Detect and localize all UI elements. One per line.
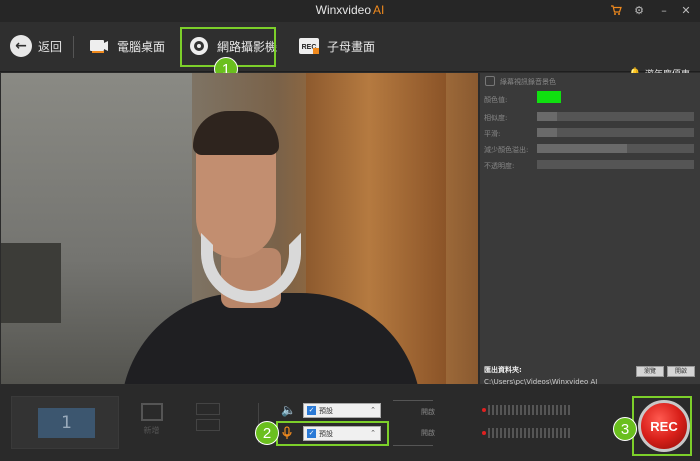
chroma-settings-panel: 綠幕視訊錄音景色 顏色值: 相似度: 平滑: 減少顏色溢出: 不透明度: 匯出資… [480,73,700,386]
cart-icon[interactable] [609,4,623,18]
title-bar: Winxvideo AI ⚙ – ✕ [0,0,700,22]
opacity-label: 不透明度: [484,162,515,170]
toolbar-divider [73,36,74,58]
callout-badge-3: 3 [613,417,637,441]
mic-checkbox[interactable]: ✓ [307,429,316,438]
webcam-preview [1,73,478,384]
speaker-icon[interactable]: 🔈 [281,403,296,417]
speaker-level-indicator [482,408,486,412]
color-label: 顏色值: [484,96,508,104]
open-folder-button[interactable]: 開啟 [667,366,695,377]
callout-badge-2: 2 [255,421,279,445]
app-title: Winxvideo AI [315,3,385,17]
spill-slider[interactable] [537,144,694,153]
tab-pip[interactable]: REC 子母畫面 [298,36,375,56]
similarity-slider[interactable] [537,112,694,121]
minimize-button[interactable]: – [658,4,670,18]
mic-state-label: 開啟 [421,429,435,437]
key-color-swatch[interactable] [537,91,561,103]
gear-icon[interactable]: ⚙ [632,4,646,18]
size-control[interactable] [196,419,220,431]
mic-device-select[interactable]: ✓ 預設 ⌃ [303,426,381,441]
add-icon [140,403,163,421]
scene-thumbnail[interactable]: 1 [38,408,95,438]
spill-label: 減少顏色溢出: [484,146,529,154]
speaker-level-meter [488,405,570,415]
similarity-label: 相似度: [484,114,508,122]
mic-level-indicator [482,431,486,435]
rec-icon: REC [298,36,320,56]
mic-level-meter [488,428,570,438]
smooth-label: 平滑: [484,130,501,138]
browse-button[interactable]: 瀏覽 [636,366,664,377]
speaker-state-label: 開啟 [421,408,435,416]
chevron-updown-icon: ⌃ [370,406,376,414]
speaker-checkbox[interactable]: ✓ [307,406,316,415]
position-control[interactable] [196,403,220,415]
toolbar: ← 返回 電腦桌面 網路攝影機 REC 子母畫面 🔔 遊年慶優惠 [0,22,700,80]
opacity-slider[interactable] [537,160,694,169]
arrow-left-icon: ← [10,35,32,57]
speaker-device-select[interactable]: ✓ 預設 ⌃ [303,403,381,418]
tab-screen[interactable]: 電腦桌面 [88,36,165,56]
close-button[interactable]: ✕ [680,4,692,18]
chroma-label: 綠幕視訊錄音景色 [500,78,556,86]
record-button[interactable]: REC [638,400,690,452]
add-scene-button[interactable]: 新增 [135,403,168,443]
monitor-camera-icon [88,36,110,56]
chevron-updown-icon: ⌃ [370,429,376,437]
save-folder-label: 匯出資料夾: [484,366,522,374]
back-button[interactable]: ← 返回 [10,35,62,57]
microphone-icon[interactable] [282,426,292,443]
smooth-slider[interactable] [537,128,694,137]
chroma-checkbox[interactable] [485,76,495,86]
